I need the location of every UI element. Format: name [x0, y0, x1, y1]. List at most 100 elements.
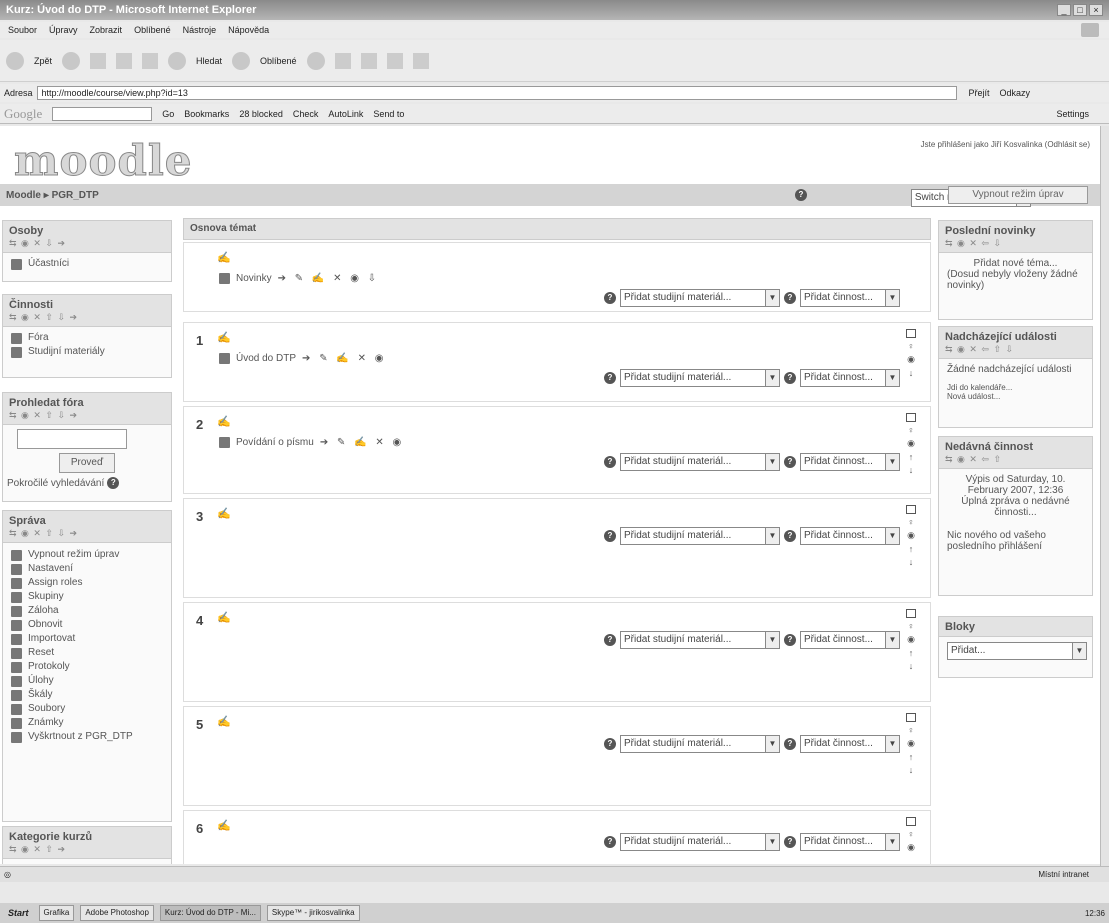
help-icon[interactable]: ?	[604, 292, 616, 304]
eye-icon[interactable]: ◉	[907, 738, 915, 749]
admin-item[interactable]: Skupiny	[28, 591, 64, 603]
up-arrow-icon[interactable]: ↑	[909, 648, 914, 658]
help-icon[interactable]: ?	[604, 738, 616, 750]
home-icon[interactable]	[142, 52, 159, 69]
admin-item[interactable]: Nastavení	[28, 563, 73, 575]
up-arrow-icon[interactable]: ↑	[909, 752, 914, 762]
up-arrow-icon[interactable]: ↑	[909, 544, 914, 554]
search-submit-button[interactable]: Proveď	[59, 453, 115, 473]
help-icon[interactable]: ?	[107, 477, 120, 489]
admin-item[interactable]: Záloha	[28, 605, 59, 617]
stop-icon[interactable]	[90, 52, 107, 69]
show-one-icon[interactable]	[906, 817, 916, 826]
autolink-button[interactable]: AutoLink	[328, 109, 363, 119]
admin-item[interactable]: Protokoly	[28, 661, 70, 673]
add-activity-select[interactable]: Přidat činnost... ▼	[800, 289, 900, 307]
forum-search-input[interactable]	[17, 429, 127, 449]
help-icon[interactable]: ?	[604, 372, 616, 384]
resource-controls[interactable]: ➔ ✎ ✍ ✕ ◉	[320, 437, 404, 448]
down-arrow-icon[interactable]: ↓	[909, 661, 914, 671]
mark-icon[interactable]: ♀	[908, 341, 915, 351]
messenger-icon[interactable]	[412, 52, 429, 69]
block-controls[interactable]: ⇆ ◉ ✕ ⇦ ⇩	[945, 238, 1002, 248]
edit-icon[interactable]	[386, 52, 403, 69]
help-icon[interactable]: ?	[784, 456, 796, 468]
up-arrow-icon[interactable]: ↑	[909, 452, 914, 462]
mail-icon[interactable]	[334, 52, 351, 69]
go-button[interactable]: Přejít	[969, 88, 990, 98]
resource-link[interactable]: Úvod do DTP	[236, 353, 296, 364]
resource-controls[interactable]: ➔ ✎ ✍ ✕ ◉ ⇩	[278, 273, 380, 284]
block-controls[interactable]: ⇆ ◉ ✕ ⇧ ➔	[9, 844, 66, 854]
minimize-button[interactable]: _	[1057, 4, 1071, 16]
menu-nastroje[interactable]: Nástroje	[183, 25, 217, 35]
add-activity-select[interactable]: Přidat činnost... ▼	[800, 833, 900, 851]
resource-controls[interactable]: ➔ ✎ ✍ ✕ ◉	[302, 353, 386, 364]
calendar-link[interactable]: Jdi do kalendáře...	[947, 383, 1084, 392]
eye-icon[interactable]: ◉	[907, 842, 915, 853]
add-activity-select[interactable]: Přidat činnost... ▼	[800, 735, 900, 753]
admin-item[interactable]: Soubory	[28, 703, 65, 715]
admin-item[interactable]: Úlohy	[28, 675, 54, 687]
full-report-link[interactable]: Úplná zpráva o nedávné činnosti...	[947, 496, 1084, 518]
block-controls[interactable]: ⇆ ◉ ✕ ⇩ ➔	[9, 238, 66, 248]
task-grafika[interactable]: Grafika	[38, 905, 75, 921]
down-arrow-icon[interactable]: ↓	[909, 557, 914, 567]
add-material-select[interactable]: Přidat studijní materiál... ▼	[620, 369, 780, 387]
eye-icon[interactable]: ◉	[907, 634, 915, 645]
google-go-button[interactable]: Go	[162, 109, 174, 119]
history-icon[interactable]	[306, 51, 325, 70]
admin-item[interactable]: Reset	[28, 647, 54, 659]
highlight-icon[interactable]: ✍	[217, 415, 231, 428]
admin-item[interactable]: Škály	[28, 689, 52, 701]
add-activity-select[interactable]: Přidat činnost... ▼	[800, 369, 900, 387]
resource-link[interactable]: Povídání o písmu	[236, 437, 314, 448]
down-arrow-icon[interactable]: ↓	[909, 368, 914, 378]
eye-icon[interactable]: ◉	[907, 530, 915, 541]
add-topic-link[interactable]: Přidat nové téma...	[947, 258, 1084, 269]
edit-mode-button[interactable]: Vypnout režim úprav	[948, 186, 1088, 204]
add-material-select[interactable]: Přidat studijní materiál... ▼	[620, 735, 780, 753]
print-icon[interactable]	[360, 52, 377, 69]
google-settings-button[interactable]: Settings	[1056, 109, 1089, 119]
link-ucastnici[interactable]: Účastníci	[28, 258, 69, 270]
mark-icon[interactable]: ♀	[908, 829, 915, 839]
highlight-icon[interactable]: ✍	[217, 819, 231, 832]
admin-item[interactable]: Známky	[28, 717, 64, 729]
task-photoshop[interactable]: Adobe Photoshop	[80, 905, 154, 921]
favorites-button[interactable]: Oblíbené	[260, 56, 297, 66]
highlight-icon[interactable]: ✍	[217, 331, 231, 344]
links-button[interactable]: Odkazy	[1000, 88, 1031, 98]
admin-item[interactable]: Obnovit	[28, 619, 62, 631]
breadcrumb[interactable]: Moodle ▸ PGR_DTP	[6, 190, 99, 201]
menu-soubor[interactable]: Soubor	[8, 25, 37, 35]
down-arrow-icon[interactable]: ↓	[909, 465, 914, 475]
eye-icon[interactable]: ◉	[907, 354, 915, 365]
back-icon[interactable]	[6, 51, 24, 70]
help-icon[interactable]: ?	[604, 456, 616, 468]
block-controls[interactable]: ⇆ ◉ ✕ ⇧ ⇩ ➔	[9, 312, 78, 322]
admin-item[interactable]: Vypnout režim úprav	[28, 549, 119, 561]
google-bookmarks-button[interactable]: Bookmarks	[184, 109, 229, 119]
add-activity-select[interactable]: Přidat činnost... ▼	[800, 631, 900, 649]
highlight-icon[interactable]: ✍	[217, 251, 231, 264]
menu-oblibene[interactable]: Oblíbené	[134, 25, 171, 35]
help-icon[interactable]: ?	[784, 738, 796, 750]
eye-icon[interactable]: ◉	[907, 438, 915, 449]
block-controls[interactable]: ⇆ ◉ ✕ ⇧ ⇩ ➔	[9, 528, 78, 538]
new-event-link[interactable]: Nová událost...	[947, 392, 1084, 401]
mark-icon[interactable]: ♀	[908, 621, 915, 631]
spell-check-button[interactable]: Check	[293, 109, 319, 119]
link-studijni-materialy[interactable]: Studijní materiály	[28, 346, 105, 358]
help-icon[interactable]: ?	[604, 530, 616, 542]
menu-upravy[interactable]: Úpravy	[49, 25, 78, 35]
add-material-select[interactable]: Přidat studijní materiál... ▼	[620, 631, 780, 649]
help-icon[interactable]: ?	[795, 189, 807, 201]
search-button[interactable]: Hledat	[196, 56, 222, 66]
highlight-icon[interactable]: ✍	[217, 715, 231, 728]
mark-icon[interactable]: ♀	[908, 725, 915, 735]
help-icon[interactable]: ?	[784, 530, 796, 542]
back-button[interactable]: Zpět	[34, 56, 52, 66]
menu-zobrazit[interactable]: Zobrazit	[90, 25, 123, 35]
admin-item[interactable]: Vyškrtnout z PGR_DTP	[28, 731, 133, 743]
